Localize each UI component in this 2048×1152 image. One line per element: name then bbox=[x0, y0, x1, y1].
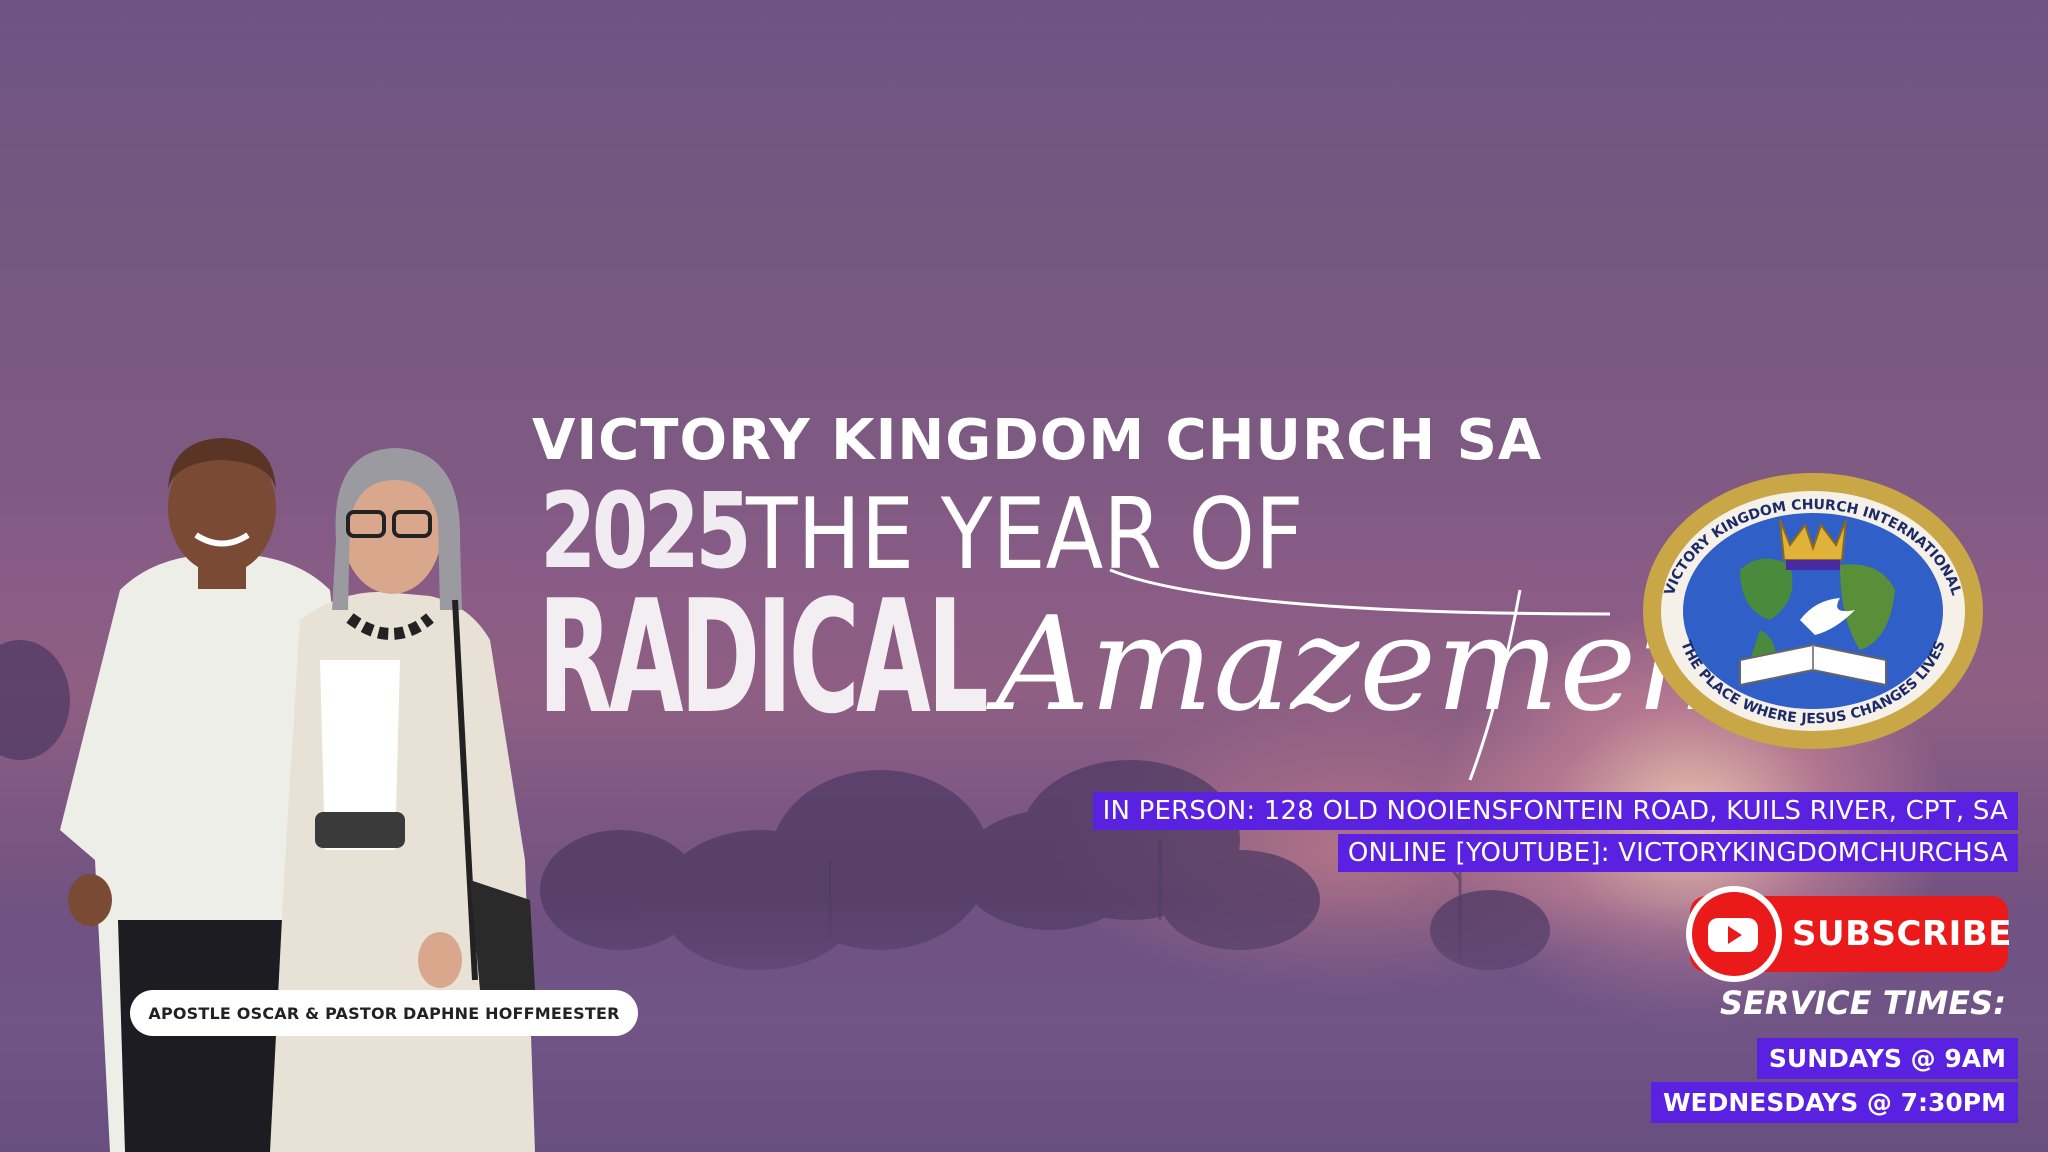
service-time-sunday: SUNDAYS @ 9AM bbox=[1756, 1038, 2018, 1079]
subscribe-label[interactable]: SUBSCRIBE bbox=[1792, 914, 2012, 954]
church-logo: VICTORY KINGDOM CHURCH INTERNATIONAL THE… bbox=[1643, 473, 1983, 749]
service-time-wednesday: WEDNESDAYS @ 7:30PM bbox=[1650, 1082, 2018, 1123]
service-times-title: SERVICE TIMES: bbox=[1720, 984, 2006, 1022]
youtube-play-icon[interactable] bbox=[1700, 902, 1766, 966]
channel-banner: APOSTLE OSCAR & PASTOR DAPHNE HOFFMEESTE… bbox=[0, 0, 2048, 1152]
in-person-address: IN PERSON: 128 OLD NOOIENSFONTEIN ROAD, … bbox=[1092, 792, 2018, 830]
online-youtube: ONLINE [YOUTUBE]: VICTORYKINGDOMCHURCHSA bbox=[1337, 834, 2018, 872]
